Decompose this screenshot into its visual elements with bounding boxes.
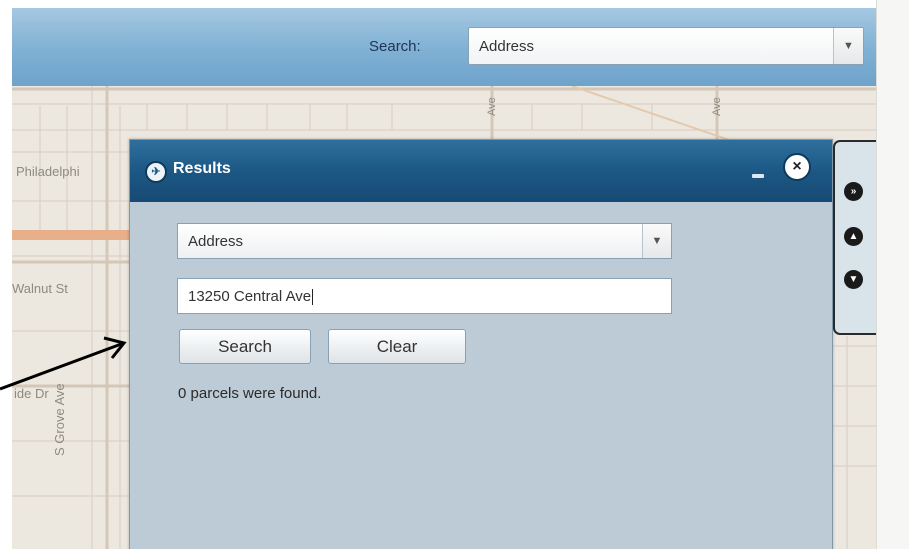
annotation-arrow-icon [0,336,127,391]
